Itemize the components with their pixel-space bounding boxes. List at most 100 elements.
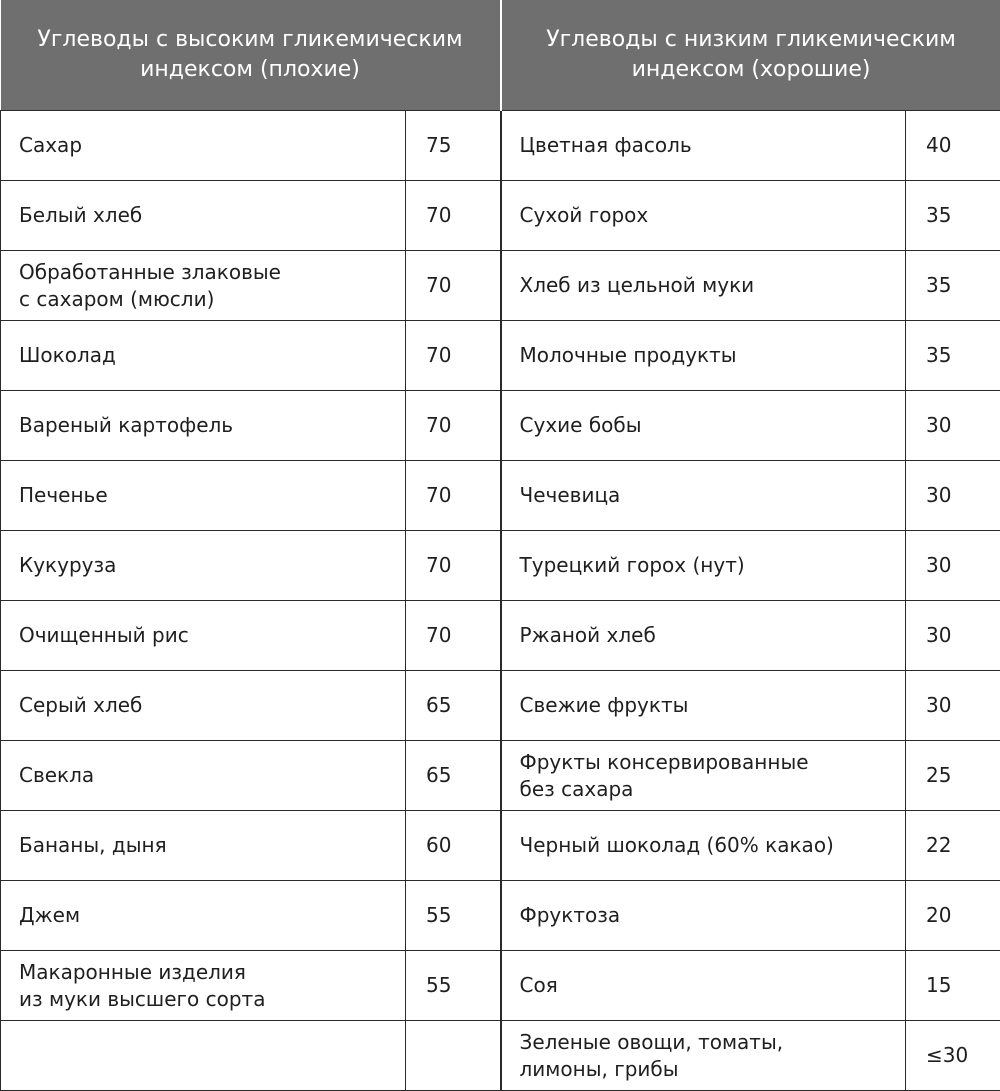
high-gi-value: 70 — [406, 601, 501, 671]
high-food-name: Обработанные злаковые — [19, 259, 387, 286]
low-gi-value: 30 — [906, 391, 1000, 461]
high-gi-value — [406, 1021, 501, 1091]
high-food-name: Макаронные изделия — [19, 959, 387, 986]
high-food-name: из муки высшего сорта — [19, 986, 387, 1013]
low-gi-value: 40 — [906, 111, 1000, 181]
high-food-name-cell: Серый хлеб — [1, 671, 406, 741]
high-food-name: Серый хлеб — [19, 692, 387, 719]
high-food-name-cell: Сахар — [1, 111, 406, 181]
low-food-name-cell: Сухой горох — [501, 181, 906, 251]
high-gi-value: 65 — [406, 671, 501, 741]
high-food-name: Джем — [19, 902, 387, 929]
low-food-name-cell: Цветная фасоль — [501, 111, 906, 181]
low-food-name: Зеленые овощи, томаты, — [520, 1029, 888, 1056]
low-food-name: Соя — [520, 972, 888, 999]
low-food-name: Сухие бобы — [520, 412, 888, 439]
header-low-line: индексом (хорошие) — [522, 55, 981, 85]
high-food-name-cell: Джем — [1, 881, 406, 951]
low-food-name: Молочные продукты — [520, 342, 888, 369]
low-food-name: без сахара — [520, 776, 888, 803]
low-food-name-cell: Фруктоза — [501, 881, 906, 951]
low-food-name-cell: Хлеб из цельной муки — [501, 251, 906, 321]
table-row: Сахар75 Цветная фасоль 40 — [1, 111, 1000, 181]
high-food-name-cell: Белый хлеб — [1, 181, 406, 251]
table-row: Макаронные изделияиз муки высшего сорта5… — [1, 951, 1000, 1021]
low-food-name-cell: Сухие бобы — [501, 391, 906, 461]
low-food-name: Хлеб из цельной муки — [520, 272, 888, 299]
low-gi-value: 15 — [906, 951, 1000, 1021]
low-food-name-cell: Соя — [501, 951, 906, 1021]
low-food-name-cell: Ржаной хлеб — [501, 601, 906, 671]
low-gi-value: 20 — [906, 881, 1000, 951]
table-row: Джем 55 Фруктоза 20 — [1, 881, 1000, 951]
glycemic-index-table: Углеводы с высоким гликемическим индексо… — [0, 0, 1000, 1091]
low-gi-value: 35 — [906, 251, 1000, 321]
high-gi-value: 60 — [406, 811, 501, 881]
high-food-name-cell: Вареный картофель — [1, 391, 406, 461]
high-food-name-cell: Обработанные злаковыес сахаром (мюсли) — [1, 251, 406, 321]
low-gi-value: 30 — [906, 671, 1000, 741]
low-food-name: Черный шоколад (60% какао) — [520, 832, 888, 859]
high-food-name-cell: Свекла — [1, 741, 406, 811]
high-gi-value: 70 — [406, 181, 501, 251]
low-gi-value: ≤30 — [906, 1021, 1000, 1091]
table-row: Вареный картофель 70 Сухие бобы 30 — [1, 391, 1000, 461]
high-food-name-cell: Макаронные изделияиз муки высшего сорта — [1, 951, 406, 1021]
low-gi-value: 30 — [906, 601, 1000, 671]
table-row: Обработанные злаковыес сахаром (мюсли)70… — [1, 251, 1000, 321]
low-food-name: Ржаной хлеб — [520, 622, 888, 649]
low-food-name: Сухой горох — [520, 202, 888, 229]
table-row: Кукуруза70 Турецкий горох (нут) 30 — [1, 531, 1000, 601]
high-gi-value: 55 — [406, 951, 501, 1021]
low-food-name: Цветная фасоль — [520, 132, 888, 159]
low-food-name: Чечевица — [520, 482, 888, 509]
high-food-name: Белый хлеб — [19, 202, 387, 229]
high-food-name-cell: Шоколад — [1, 321, 406, 391]
high-gi-value: 70 — [406, 461, 501, 531]
low-food-name-cell: Зеленые овощи, томаты,лимоны, грибы — [501, 1021, 906, 1091]
low-food-name-cell: Чечевица — [501, 461, 906, 531]
table-header-row: Углеводы с высоким гликемическим индексо… — [1, 0, 1000, 111]
table-row: Белый хлеб 70 Сухой горох 35 — [1, 181, 1000, 251]
low-food-name: Свежие фрукты — [520, 692, 888, 719]
high-food-name-cell: Печенье — [1, 461, 406, 531]
low-gi-value: 30 — [906, 461, 1000, 531]
header-high-gi: Углеводы с высоким гликемическим индексо… — [1, 0, 501, 111]
table-row: Очищенный рис 70 Ржаной хлеб 30 — [1, 601, 1000, 671]
high-gi-value: 70 — [406, 391, 501, 461]
high-food-name: Печенье — [19, 482, 387, 509]
header-low-line: Углеводы с низким гликемическим — [522, 25, 981, 55]
high-gi-value: 70 — [406, 531, 501, 601]
high-food-name-cell: Кукуруза — [1, 531, 406, 601]
low-gi-value: 22 — [906, 811, 1000, 881]
low-gi-value: 35 — [906, 181, 1000, 251]
header-high-line: Углеводы с высоким гликемическим — [21, 25, 480, 55]
high-food-name: Очищенный рис — [19, 622, 387, 649]
table-row: Свекла65Фрукты консервированныебез сахар… — [1, 741, 1000, 811]
low-food-name-cell: Молочные продукты — [501, 321, 906, 391]
low-food-name: Турецкий горох (нут) — [520, 552, 888, 579]
header-low-gi: Углеводы с низким гликемическим индексом… — [501, 0, 1000, 111]
low-food-name: Фрукты консервированные — [520, 749, 888, 776]
high-food-name: Свекла — [19, 762, 387, 789]
low-gi-value: 25 — [906, 741, 1000, 811]
table-row: Серый хлеб 65 Свежие фрукты 30 — [1, 671, 1000, 741]
high-gi-value: 65 — [406, 741, 501, 811]
low-food-name-cell: Турецкий горох (нут) — [501, 531, 906, 601]
low-food-name-cell: Фрукты консервированныебез сахара — [501, 741, 906, 811]
low-gi-value: 35 — [906, 321, 1000, 391]
table-row: Бананы, дыня 60 Черный шоколад (60% какао)… — [1, 811, 1000, 881]
high-food-name: Вареный картофель — [19, 412, 387, 439]
low-food-name: Фруктоза — [520, 902, 888, 929]
high-gi-value: 75 — [406, 111, 501, 181]
table-body: Сахар75 Цветная фасоль 40 Белый хлеб 70 Сухой… — [1, 111, 1000, 1091]
high-food-name-cell — [1, 1021, 406, 1091]
table-row: Зеленые овощи, томаты,лимоны, грибы≤30 — [1, 1021, 1000, 1091]
low-gi-value: 30 — [906, 531, 1000, 601]
low-food-name-cell: Свежие фрукты — [501, 671, 906, 741]
low-food-name-cell: Черный шоколад (60% какао) — [501, 811, 906, 881]
high-food-name: с сахаром (мюсли) — [19, 286, 387, 313]
high-gi-value: 55 — [406, 881, 501, 951]
high-food-name: Бананы, дыня — [19, 832, 387, 859]
high-food-name-cell: Очищенный рис — [1, 601, 406, 671]
